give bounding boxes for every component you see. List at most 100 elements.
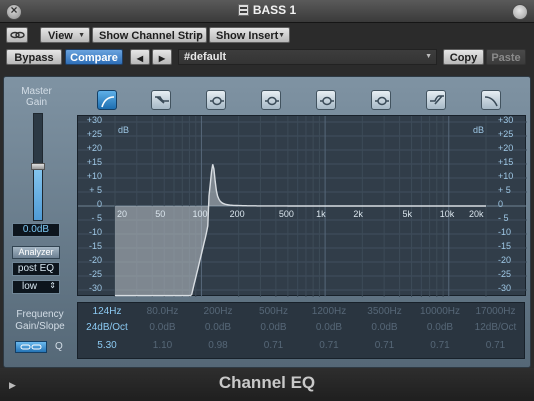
db-tick-label-right: -10 [498, 227, 512, 237]
master-gain-handle[interactable] [31, 163, 45, 170]
db-tick-label-left: +10 [86, 171, 102, 181]
band-8-gain-value[interactable]: 12dB/Oct [468, 322, 524, 334]
band-1-frequency-value[interactable]: 124Hz [79, 306, 135, 318]
insert-label: Show Insert [216, 30, 279, 42]
link-icon [10, 31, 25, 39]
band-7-frequency-value[interactable]: 10000Hz [412, 306, 468, 318]
q-label: Q [55, 341, 63, 352]
db-tick-label-right: -15 [498, 241, 512, 251]
band-2-button[interactable] [151, 90, 171, 110]
low-shelf-icon [155, 96, 169, 104]
band-7-q-value[interactable]: 0.71 [412, 340, 468, 352]
link-bands-toggle[interactable] [15, 341, 47, 353]
chain-link-icon [20, 344, 42, 350]
db-tick-label-left: -10 [88, 227, 102, 237]
band-6-frequency-value[interactable]: 3500Hz [357, 306, 413, 318]
freq-tick-label: 200 [229, 209, 245, 219]
bell-icon [265, 96, 279, 106]
band-5-frequency-value[interactable]: 1200Hz [301, 306, 357, 318]
analyzer-resolution-select[interactable]: low ⇕ [12, 280, 60, 294]
freq-tick-label: 50 [155, 209, 166, 219]
db-tick-label-left: +25 [86, 129, 102, 139]
high-cut-icon [484, 96, 498, 107]
channel-strip-label: Show Channel Strip [99, 30, 203, 42]
freq-tick-label: 500 [278, 209, 294, 219]
band-5-q-value[interactable]: 0.71 [301, 340, 357, 352]
db-tick-label-right: -20 [498, 255, 512, 265]
band-8-frequency-value[interactable]: 17000Hz [468, 306, 524, 318]
window-title-text: BASS 1 [252, 3, 297, 17]
frequency-label: Frequency [16, 309, 64, 320]
band-5-gain-value[interactable]: 0.0dB [301, 322, 357, 334]
high-shelf-icon [430, 95, 444, 105]
zoom-button[interactable] [512, 4, 528, 20]
db-tick-label-right: - 5 [498, 213, 509, 223]
channel-strip-icon [237, 4, 249, 16]
chevron-down-icon: ▼ [195, 32, 202, 39]
freq-tick-label: 20k [469, 209, 484, 219]
db-tick-label-left: +20 [86, 143, 102, 153]
band-1-gain-value[interactable]: 24dB/Oct [79, 322, 135, 334]
bell-icon [210, 96, 224, 106]
freq-tick-label: 20 [117, 209, 128, 219]
master-gain-label-line2: Gain [25, 97, 48, 108]
db-tick-label-right: +15 [498, 157, 514, 167]
next-preset-button[interactable]: ▶ [152, 49, 172, 65]
master-gain-label: Master Gain [8, 86, 65, 108]
paste-button[interactable]: Paste [486, 49, 526, 65]
plugin-window: × BASS 1 View ▼ Show Channel Strip ▼ Sho… [0, 0, 534, 401]
master-gain-value[interactable]: 0.0dB [12, 223, 60, 237]
db-tick-label-left: +30 [86, 115, 102, 125]
eq-graph[interactable] [77, 115, 527, 297]
analyzer-mode-button[interactable]: post EQ [12, 262, 60, 276]
band-8-button[interactable] [481, 90, 501, 110]
band-5-button[interactable] [316, 90, 336, 110]
view-menu[interactable]: View ▼ [40, 27, 90, 43]
bypass-button[interactable]: Bypass [6, 49, 62, 65]
freq-tick-label: 5k [402, 209, 413, 219]
band-1-q-value[interactable]: 5.30 [79, 340, 135, 352]
master-gain-fill [34, 167, 42, 220]
db-tick-label-left: - 5 [91, 213, 102, 223]
band-1-button[interactable] [97, 90, 117, 110]
band-3-button[interactable] [206, 90, 226, 110]
band-4-gain-value[interactable]: 0.0dB [246, 322, 302, 334]
band-3-frequency-value[interactable]: 200Hz [190, 306, 246, 318]
compare-button[interactable]: Compare [65, 49, 123, 65]
db-tick-label-left: -15 [88, 241, 102, 251]
band-2-gain-value[interactable]: 0.0dB [135, 322, 191, 334]
band-2-frequency-value[interactable]: 80.0Hz [135, 306, 191, 318]
analyzer-button[interactable]: Analyzer [12, 246, 60, 259]
plugin-name: Channel EQ [218, 373, 316, 392]
band-3-gain-value[interactable]: 0.0dB [190, 322, 246, 334]
db-tick-label-left: -30 [88, 283, 102, 293]
show-channel-strip-menu[interactable]: Show Channel Strip ▼ [92, 27, 207, 43]
freq-tick-label: 100 [192, 209, 208, 219]
param-labels: Frequency Gain/Slope [8, 309, 72, 333]
band-4-button[interactable] [261, 90, 281, 110]
band-4-frequency-value[interactable]: 500Hz [246, 306, 302, 318]
bell-icon [320, 96, 334, 106]
db-tick-label-right: -30 [498, 283, 512, 293]
band-7-button[interactable] [426, 90, 446, 110]
db-tick-label-left: -25 [88, 269, 102, 279]
preset-menu[interactable]: #default ▼ [178, 49, 437, 65]
view-label: View [48, 30, 73, 42]
band-2-q-value[interactable]: 1.10 [135, 340, 191, 352]
right-arrow-icon: ▶ [158, 54, 166, 63]
show-insert-menu[interactable]: Show Insert ▼ [209, 27, 290, 43]
chevron-down-icon: ▼ [425, 53, 432, 60]
db-unit-label-right: dB [472, 125, 484, 135]
band-6-button[interactable] [371, 90, 391, 110]
freq-tick-label: 10k [439, 209, 455, 219]
analyzer-resolution-value: low [22, 281, 38, 292]
band-4-q-value[interactable]: 0.71 [246, 340, 302, 352]
link-button[interactable] [6, 27, 28, 43]
band-8-q-value[interactable]: 0.71 [468, 340, 524, 352]
band-3-q-value[interactable]: 0.98 [190, 340, 246, 352]
band-6-gain-value[interactable]: 0.0dB [357, 322, 413, 334]
band-7-gain-value[interactable]: 0.0dB [412, 322, 468, 334]
copy-button[interactable]: Copy [443, 49, 484, 65]
previous-preset-button[interactable]: ◀ [130, 49, 150, 65]
band-6-q-value[interactable]: 0.71 [357, 340, 413, 352]
